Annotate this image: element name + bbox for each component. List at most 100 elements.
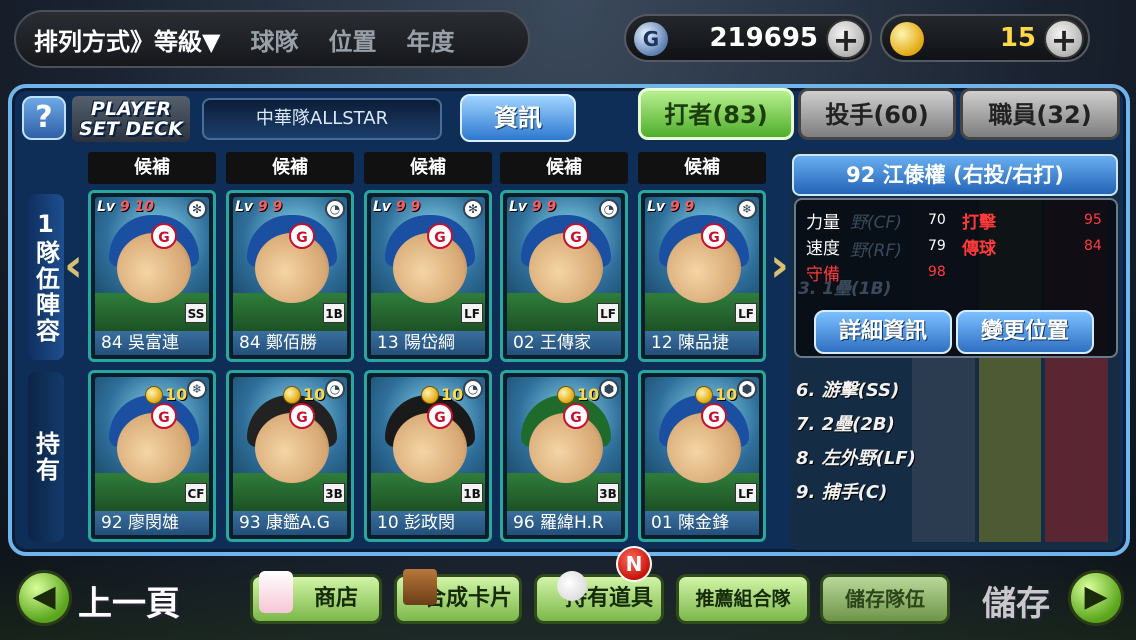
player-name: 10 彭政閔 xyxy=(371,511,485,535)
add-gems-button[interactable]: + xyxy=(826,19,866,59)
slot-header: 候補 xyxy=(364,152,492,184)
player-card[interactable]: G 10 ⬢ LF 01 陳金鋒 xyxy=(638,370,766,542)
player-card[interactable]: G 10 ◔ 3B 93 康鑑A.G xyxy=(226,370,354,542)
player-name: 12 陳品捷 xyxy=(645,331,759,355)
chevron-left-icon[interactable]: ‹ xyxy=(64,236,84,294)
team-logo-icon: G xyxy=(151,403,177,429)
team-logo-icon: G xyxy=(289,223,315,249)
player-card[interactable]: G Lv 9 10 ✻ SS 84 吳富連 xyxy=(88,190,216,362)
recommend-team-button[interactable]: 推薦組合隊 xyxy=(676,574,810,624)
coin-icon xyxy=(421,385,439,404)
shop-label: 商店 xyxy=(313,586,358,611)
stat-value-defense: 98 xyxy=(928,264,946,280)
player-set-deck-logo: PLAYER SET DECK xyxy=(72,96,190,142)
position-badge: 3B xyxy=(597,483,619,503)
coin-cost: 10 xyxy=(145,385,187,404)
save-team-button[interactable]: 儲存隊伍 xyxy=(820,574,950,624)
tab-pitchers[interactable]: 投手(60) xyxy=(798,88,956,140)
shop-button[interactable]: 商店 xyxy=(250,571,382,624)
stat-label-batting: 打擊 xyxy=(962,213,996,233)
team-logo-icon: G xyxy=(701,223,727,249)
tab-staff[interactable]: 職員(32) xyxy=(960,88,1120,140)
chevron-right-icon[interactable]: › xyxy=(770,236,790,294)
position-badge: 1B xyxy=(323,303,345,323)
player-name: 13 陽岱綱 xyxy=(371,331,485,355)
next-page-arrow-icon[interactable]: ▶ xyxy=(1068,570,1124,626)
compose-card-button[interactable]: 合成卡片 xyxy=(394,569,522,624)
card-type-icon: ◔ xyxy=(325,379,345,399)
stat-value-throwing: 84 xyxy=(1084,238,1102,254)
detail-info-button[interactable]: 詳細資訊 xyxy=(814,310,952,354)
prev-page-arrow-icon[interactable]: ◀ xyxy=(16,570,72,626)
notification-badge: N xyxy=(616,546,652,582)
sort-option-year[interactable]: 年度 xyxy=(406,22,454,57)
coin-cost: 10 xyxy=(557,385,599,404)
team-logo-icon: G xyxy=(701,403,727,429)
player-name: 93 康鑑A.G xyxy=(233,511,347,535)
stat-value-power: 70 xyxy=(928,212,946,228)
add-coins-button[interactable]: + xyxy=(1044,19,1084,59)
change-position-button[interactable]: 變更位置 xyxy=(956,310,1094,354)
card-type-icon: ◔ xyxy=(325,199,345,219)
prev-page-label[interactable]: 上一頁 xyxy=(78,576,180,625)
card-type-icon: ✻ xyxy=(463,199,483,219)
ghost-lineup-line: 3. 1壘(1B) xyxy=(798,279,892,299)
coin-counter: 15 + xyxy=(880,14,1090,62)
team-logo-icon: G xyxy=(427,223,453,249)
level-badge: Lv 9 9 xyxy=(373,199,421,215)
sort-option-team[interactable]: 球隊 xyxy=(250,22,298,57)
level-badge: Lv 9 9 xyxy=(509,199,557,215)
card-type-icon: ❄ xyxy=(737,199,757,219)
position-badge: SS xyxy=(185,303,207,323)
help-icon[interactable]: ? xyxy=(22,96,66,140)
slot-header: 候補 xyxy=(226,152,354,184)
player-card[interactable]: G 10 ⬢ 3B 96 羅緯H.R xyxy=(500,370,628,542)
team-logo-icon: G xyxy=(289,403,315,429)
stat-label-speed: 速度 xyxy=(806,239,840,259)
compose-label: 合成卡片 xyxy=(423,586,512,611)
card-type-icon: ⬢ xyxy=(737,379,757,399)
coin-icon xyxy=(695,385,713,404)
coin-icon xyxy=(890,22,924,56)
tab-batters[interactable]: 打者(83) xyxy=(638,88,794,140)
sort-option-position[interactable]: 位置 xyxy=(328,22,376,57)
player-name: 96 羅緯H.R xyxy=(507,511,621,535)
side-tab-lineup[interactable]: 1隊伍陣容 xyxy=(28,194,64,360)
owned-items-button[interactable]: 持有道具 xyxy=(534,571,664,624)
logo-line2: SET DECK xyxy=(79,118,183,140)
player-card[interactable]: G Lv 9 9 ◔ LF 02 王傳家 xyxy=(500,190,628,362)
info-button[interactable]: 資訊 xyxy=(460,94,576,142)
lineup-item[interactable]: 6. 游擊(SS) xyxy=(796,376,899,402)
sort-by-level-dropdown[interactable]: 排列方式》等級▼ xyxy=(34,22,220,57)
team-name[interactable]: 中華隊ALLSTAR xyxy=(202,98,442,140)
coin-cost: 10 xyxy=(421,385,463,404)
gem-icon: G xyxy=(634,22,668,56)
coin-value: 15 xyxy=(999,23,1036,53)
card-type-icon: ◔ xyxy=(599,199,619,219)
player-card[interactable]: G 10 ◔ 1B 10 彭政閔 xyxy=(364,370,492,542)
save-label[interactable]: 儲存 xyxy=(982,576,1050,625)
position-badge: LF xyxy=(597,303,619,323)
card-type-icon: ✻ xyxy=(187,199,207,219)
player-card[interactable]: G Lv 9 9 ◔ 1B 84 鄭佰勝 xyxy=(226,190,354,362)
level-badge: Lv 9 10 xyxy=(97,199,155,215)
position-badge: LF xyxy=(461,303,483,323)
player-name: 01 陳金鋒 xyxy=(645,511,759,535)
slot-header: 候補 xyxy=(88,152,216,184)
player-card[interactable]: G Lv 9 9 ✻ LF 13 陽岱綱 xyxy=(364,190,492,362)
player-card[interactable]: G 10 ❄ CF 92 廖閔雄 xyxy=(88,370,216,542)
lineup-item[interactable]: 8. 左外野(LF) xyxy=(796,444,916,470)
side-tab-owned[interactable]: 持有 xyxy=(28,372,64,542)
lineup-item[interactable]: 9. 捕手(C) xyxy=(796,478,887,504)
level-badge: Lv 9 9 xyxy=(235,199,283,215)
team-logo-icon: G xyxy=(563,223,589,249)
team-logo-icon: G xyxy=(151,223,177,249)
lineup-item[interactable]: 7. 2壘(2B) xyxy=(796,410,895,436)
card-type-icon: ❄ xyxy=(187,379,207,399)
level-badge: Lv 9 9 xyxy=(647,199,695,215)
shopping-bag-icon xyxy=(259,571,293,613)
player-card[interactable]: G Lv 9 9 ❄ LF 12 陳品捷 xyxy=(638,190,766,362)
ghost-lineup-line: 野(RF) xyxy=(850,241,902,261)
card-type-icon: ◔ xyxy=(463,379,483,399)
baseball-bat-icon xyxy=(557,571,587,601)
